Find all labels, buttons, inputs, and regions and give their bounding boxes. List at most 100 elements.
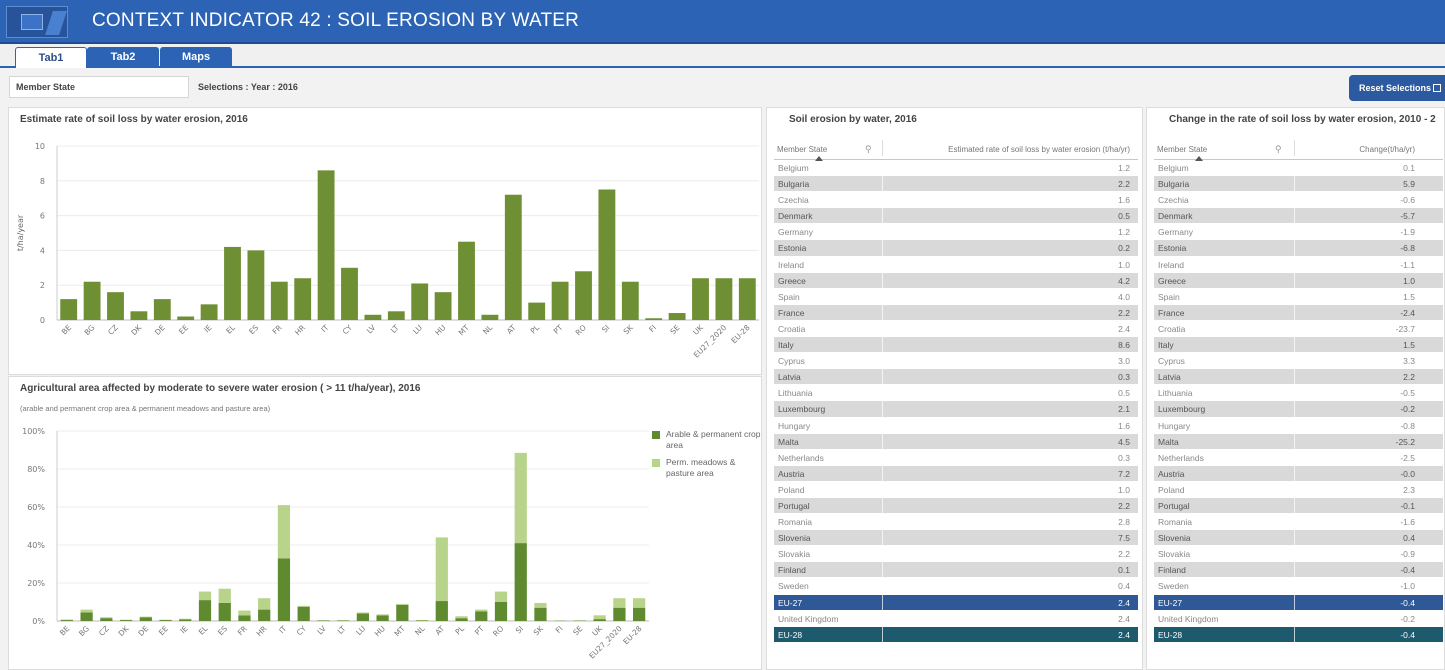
row-value: -0.4 xyxy=(1400,565,1415,576)
table2-col-value[interactable]: Change(t/ha/yr) xyxy=(1359,145,1415,154)
table-row[interactable]: Poland 1.0 xyxy=(774,481,1138,498)
tab-tab2[interactable]: Tab2 xyxy=(87,47,159,68)
bar-mt xyxy=(458,241,475,320)
table-row[interactable]: Lithuania -0.5 xyxy=(1154,385,1443,402)
table-row[interactable]: United Kingdom -0.2 xyxy=(1154,610,1443,627)
table-row[interactable]: Denmark 0.5 xyxy=(774,208,1138,225)
table-row[interactable]: Malta 4.5 xyxy=(774,433,1138,450)
table-row[interactable]: Portugal 2.2 xyxy=(774,497,1138,515)
affected-area-chart-panel: Agricultural area affected by moderate t… xyxy=(8,376,762,670)
table-row[interactable]: Estonia 0.2 xyxy=(774,240,1138,257)
row-divider xyxy=(1294,497,1295,514)
row-divider xyxy=(1294,578,1295,594)
table-row[interactable]: Ireland 1.0 xyxy=(774,256,1138,273)
table1-col-member-state[interactable]: Member State xyxy=(777,145,827,161)
table-row[interactable]: Poland 2.3 xyxy=(1154,481,1443,498)
table-row[interactable]: EU-27 2.4 xyxy=(774,594,1138,611)
table-row[interactable]: Netherlands -2.5 xyxy=(1154,449,1443,466)
bar-segment-arable-pl xyxy=(455,618,468,621)
table-row[interactable]: France 2.2 xyxy=(774,304,1138,321)
legend-item-meadows[interactable]: Perm. meadows & pasture area xyxy=(652,457,761,479)
search-icon[interactable]: ⚲ xyxy=(1275,144,1282,155)
table1-col-value[interactable]: Estimated rate of soil loss by water ero… xyxy=(948,145,1130,154)
table-row[interactable]: Portugal -0.1 xyxy=(1154,497,1443,515)
table-row[interactable]: Greece 1.0 xyxy=(1154,272,1443,289)
table-row[interactable]: Bulgaria 5.9 xyxy=(1154,176,1443,193)
table2-body: Belgium 0.1 Bulgaria 5.9 Czechia -0.6 Denmark -… xyxy=(1154,160,1443,643)
column-divider xyxy=(1294,140,1295,156)
table-row[interactable]: Slovenia 7.5 xyxy=(774,530,1138,547)
table-row[interactable]: Slovakia -0.9 xyxy=(1154,546,1443,563)
table-row[interactable]: Netherlands 0.3 xyxy=(774,449,1138,466)
table-row[interactable]: Finland -0.4 xyxy=(1154,562,1443,579)
table-row[interactable]: Lithuania 0.5 xyxy=(774,385,1138,402)
table-row[interactable]: Hungary 1.6 xyxy=(774,417,1138,434)
table-row[interactable]: Luxembourg 2.1 xyxy=(774,401,1138,418)
table-row[interactable]: Luxembourg -0.2 xyxy=(1154,401,1443,418)
table-row[interactable]: Romania -1.6 xyxy=(1154,514,1443,531)
table-row[interactable]: Czechia -0.6 xyxy=(1154,192,1443,209)
tab-tab1[interactable]: Tab1 xyxy=(15,47,87,68)
table-row[interactable]: Latvia 2.2 xyxy=(1154,369,1443,386)
table-row[interactable]: Latvia 0.3 xyxy=(774,369,1138,386)
bar-segment-arable-at xyxy=(435,601,448,621)
table-row[interactable]: Germany -1.9 xyxy=(1154,224,1443,241)
table-row[interactable]: Austria -0.0 xyxy=(1154,465,1443,482)
soil-loss-chart-panel: Estimate rate of soil loss by water eros… xyxy=(8,107,762,375)
table-row[interactable]: Romania 2.8 xyxy=(774,514,1138,531)
table-row[interactable]: France -2.4 xyxy=(1154,304,1443,321)
table-row[interactable]: Czechia 1.6 xyxy=(774,192,1138,209)
table-row[interactable]: Germany 1.2 xyxy=(774,224,1138,241)
table-row[interactable]: EU-28 2.4 xyxy=(774,626,1138,643)
row-value: -1.0 xyxy=(1400,581,1415,592)
table-row[interactable]: Ireland -1.1 xyxy=(1154,256,1443,273)
table-row[interactable]: Cyprus 3.0 xyxy=(774,353,1138,370)
table-row[interactable]: Sweden -1.0 xyxy=(1154,578,1443,595)
table-row[interactable]: Cyprus 3.3 xyxy=(1154,353,1443,370)
row-divider xyxy=(882,610,883,626)
table-row[interactable]: Italy 8.6 xyxy=(774,337,1138,354)
row-member-state: Sweden xyxy=(1158,581,1189,592)
table-row[interactable]: Denmark -5.7 xyxy=(1154,208,1443,225)
table-row[interactable]: Bulgaria 2.2 xyxy=(774,176,1138,193)
table-row[interactable]: Spain 4.0 xyxy=(774,288,1138,305)
table-row[interactable]: EU-28 -0.4 xyxy=(1154,626,1443,643)
table-row[interactable]: Slovenia 0.4 xyxy=(1154,530,1443,547)
legend-item-arable[interactable]: Arable & permanent crop area xyxy=(652,429,761,451)
row-member-state: EU-27 xyxy=(1158,597,1183,608)
x-tick-label: ES xyxy=(247,323,260,336)
x-tick-label: AT xyxy=(433,624,446,637)
search-icon[interactable]: ⚲ xyxy=(865,144,872,155)
member-state-filter[interactable]: Member State xyxy=(9,76,189,98)
table-row[interactable]: Belgium 1.2 xyxy=(774,160,1138,177)
x-tick-label: LV xyxy=(315,623,328,636)
table-row[interactable]: Croatia -23.7 xyxy=(1154,320,1443,338)
table-row[interactable]: Belgium 0.1 xyxy=(1154,160,1443,177)
y-tick-label: 6 xyxy=(40,212,45,221)
table-row[interactable]: Estonia -6.8 xyxy=(1154,240,1443,257)
table-row[interactable]: Italy 1.5 xyxy=(1154,337,1443,354)
table-row[interactable]: Sweden 0.4 xyxy=(774,578,1138,595)
row-value: 0.1 xyxy=(1403,163,1415,173)
x-tick-label: FR xyxy=(236,624,249,637)
table-row[interactable]: Spain 1.5 xyxy=(1154,288,1443,305)
row-value: 1.6 xyxy=(1118,420,1130,431)
row-member-state: Finland xyxy=(778,565,806,576)
table-row[interactable]: Austria 7.2 xyxy=(774,465,1138,482)
table-row[interactable]: Slovakia 2.2 xyxy=(774,546,1138,563)
row-divider xyxy=(1294,481,1295,497)
table-row[interactable]: Greece 4.2 xyxy=(774,272,1138,289)
table-row[interactable]: Finland 0.1 xyxy=(774,562,1138,579)
bar-dk xyxy=(130,311,148,320)
table-row[interactable]: United Kingdom 2.4 xyxy=(774,610,1138,627)
table-row[interactable]: Hungary -0.8 xyxy=(1154,417,1443,434)
table-row[interactable]: EU-27 -0.4 xyxy=(1154,594,1443,611)
bar-segment-meadows-es xyxy=(218,588,231,603)
table2-col-member-state[interactable]: Member State xyxy=(1157,145,1207,161)
table-row[interactable]: Malta -25.2 xyxy=(1154,433,1443,450)
table-row[interactable]: Croatia 2.4 xyxy=(774,320,1138,338)
tab-maps[interactable]: Maps xyxy=(160,47,232,68)
bar-segment-meadows-cy xyxy=(297,605,310,607)
reset-selections-button[interactable]: Reset Selections xyxy=(1349,75,1445,101)
row-member-state: Latvia xyxy=(778,372,801,383)
